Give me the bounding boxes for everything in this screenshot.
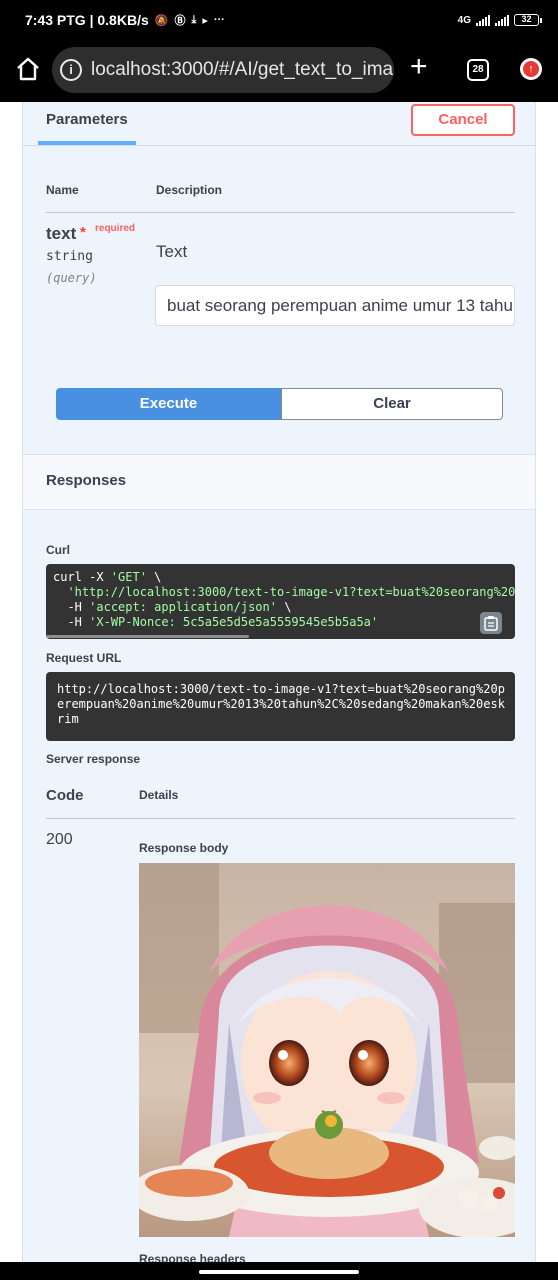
request-url-text: http://localhost:3000/text-to-image-v1?t… [57,682,505,726]
param-location: (query) [46,271,97,285]
response-headers-label: Response headers [139,1252,246,1262]
status-bar: 7:43 PTG | 0.8KB/s 🔕 Ⓑ ⤓ ▸ ··· 4G 32 [0,0,558,40]
gesture-handle[interactable] [199,1270,359,1274]
divider [23,145,535,146]
details-column-header: Details [139,788,179,802]
param-type: string [46,249,93,264]
mute-icon: 🔕 [154,14,169,27]
status-code: 200 [46,831,73,848]
tab-parameters[interactable]: Parameters [46,111,128,128]
operation-panel: Parameters Cancel Name Description text … [22,102,536,1262]
system-nav-bar [0,1262,558,1280]
request-url-block: http://localhost:3000/text-to-image-v1?t… [46,672,515,741]
home-icon[interactable] [14,55,42,83]
browser-toolbar: i localhost:3000/#/AI/get_text_to_image … [0,40,558,102]
param-name: text [46,224,77,243]
app-icon: ▸ [202,14,208,27]
address-bar[interactable]: i localhost:3000/#/AI/get_text_to_image [52,47,394,93]
column-header-name: Name [46,183,79,197]
execute-button[interactable]: Execute [56,388,281,420]
curl-label: Curl [46,543,70,557]
signal-icon-2 [495,14,509,26]
copy-to-clipboard-icon[interactable] [480,612,502,634]
more-notifications-icon: ··· [213,14,225,26]
code-column-header: Code [46,787,84,804]
curl-code-block[interactable]: curl -X 'GET' \ 'http://localhost:3000/t… [46,564,515,639]
text-param-input[interactable]: buat seorang perempuan anime umur 13 tah… [155,285,515,326]
divider [46,818,515,819]
column-header-description: Description [156,183,223,197]
download-icon: ⤓ [191,13,197,26]
response-image [139,863,515,1237]
response-body-label: Response body [139,841,229,855]
horizontal-scrollbar[interactable] [46,635,249,638]
url-text[interactable]: localhost:3000/#/AI/get_text_to_image [91,59,394,81]
curl-text: curl -X 'GET' \ 'http://localhost:3000/t… [53,570,515,629]
required-label: required [95,223,136,234]
new-tab-icon[interactable]: + [410,52,428,82]
server-response-label: Server response [46,752,141,766]
update-icon[interactable]: ↑ [520,58,542,80]
notification-icon: Ⓑ [174,15,186,27]
info-icon[interactable]: i [60,59,82,81]
cancel-button[interactable]: Cancel [411,104,515,136]
clear-button[interactable]: Clear [281,388,503,420]
required-star: * [80,224,86,241]
signal-icon [476,14,490,26]
status-time: 7:43 PTG | 0.8KB/s [25,12,149,28]
divider [46,212,515,213]
responses-title: Responses [46,472,127,489]
request-url-label: Request URL [46,651,122,665]
tab-count-button[interactable]: 28 [467,59,489,81]
battery-icon: 32 [514,14,542,26]
network-type: 4G [457,14,471,26]
param-description: Text [156,242,188,261]
